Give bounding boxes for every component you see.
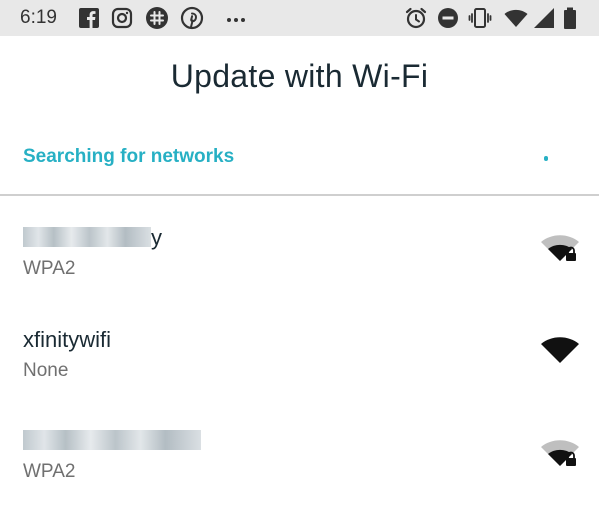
network-item[interactable]: xfinitywifi None: [0, 327, 599, 417]
obscured-network-name: [23, 227, 151, 247]
vibrate-icon: [468, 6, 492, 30]
network-security: None: [23, 360, 69, 381]
facebook-icon: [77, 6, 101, 30]
loading-spinner-icon: [544, 156, 548, 161]
search-status: Searching for networks: [0, 136, 599, 176]
network-security: WPA2: [23, 258, 76, 279]
network-item[interactable]: WPA2: [0, 428, 599, 518]
alarm-icon: [404, 6, 428, 30]
wifi-open-icon: [540, 335, 580, 367]
searching-label: Searching for networks: [23, 146, 235, 167]
wifi-signal-icon: [504, 6, 528, 30]
network-security: WPA2: [23, 461, 76, 482]
pinterest-icon: [180, 6, 204, 30]
obscured-network-name: [23, 430, 201, 450]
more-notifications-icon: [224, 6, 248, 30]
page-title: Update with Wi-Fi: [170, 58, 429, 94]
status-bar: 6:19: [0, 0, 599, 36]
do-not-disturb-icon: [436, 6, 460, 30]
wifi-locked-icon: [540, 438, 580, 470]
network-name: y: [151, 225, 162, 250]
status-time: 6:19: [20, 7, 57, 28]
battery-icon: [558, 6, 582, 30]
instagram-icon: [110, 6, 134, 30]
slack-icon: [145, 6, 169, 30]
divider: [0, 194, 599, 196]
network-name: xfinitywifi: [23, 327, 112, 352]
wifi-locked-icon: [540, 233, 580, 265]
network-item[interactable]: y WPA2: [0, 225, 599, 315]
cell-signal-icon: [532, 6, 556, 30]
